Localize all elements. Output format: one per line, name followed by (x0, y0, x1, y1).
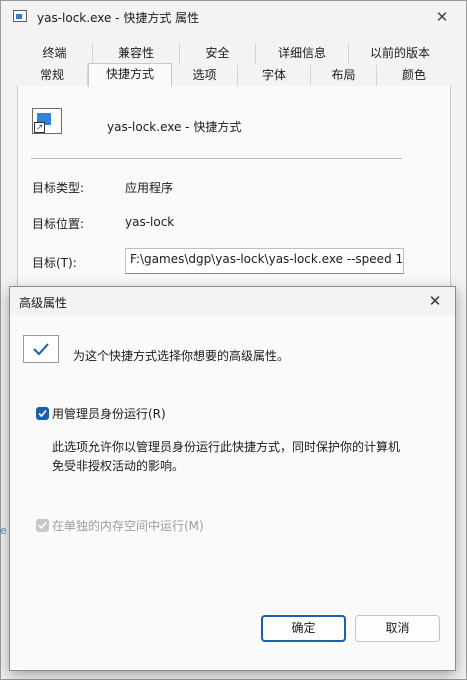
shortcut-file-icon: ↗ (32, 108, 62, 134)
cancel-button[interactable]: 取消 (355, 615, 440, 642)
run-as-admin-checkbox[interactable] (36, 407, 49, 420)
close-icon[interactable]: ✕ (423, 289, 447, 313)
shortcut-app-icon (13, 10, 27, 22)
admin-description-line1: 此选项允许你以管理员身份运行此快捷方式，同时保护你的计算机 (52, 440, 401, 454)
target-location-label: 目标位置: (32, 217, 85, 231)
tab-security[interactable]: 安全 (180, 43, 256, 64)
ok-button[interactable]: 确定 (261, 615, 346, 642)
tab-previous-versions[interactable]: 以前的版本 (349, 43, 451, 64)
run-as-admin-label[interactable]: 用管理员身份运行(R) (52, 405, 166, 422)
advanced-properties-dialog: 高级属性 ✕ 为这个快捷方式选择你想要的高级属性。 用管理员身份运行(R) 此选… (9, 286, 456, 671)
tab-layout[interactable]: 布局 (311, 65, 377, 86)
tab-terminal[interactable]: 终端 (17, 43, 93, 64)
target-type-label: 目标类型: (32, 181, 85, 195)
tab-font[interactable]: 字体 (238, 65, 311, 86)
tab-general[interactable]: 常规 (17, 65, 88, 86)
tab-details[interactable]: 详细信息 (256, 43, 349, 64)
window-title: yas-lock.exe - 快捷方式 属性 (37, 11, 200, 25)
background-edge-text: e (0, 524, 7, 537)
target-label: 目标(T): (32, 256, 77, 270)
target-type-value: 应用程序 (125, 181, 174, 195)
separate-memory-checkbox (36, 519, 49, 532)
dialog-body: 为这个快捷方式选择你想要的高级属性。 用管理员身份运行(R) 此选项允许你以管理… (10, 316, 455, 670)
dialog-title: 高级属性 (19, 296, 68, 310)
tab-colors[interactable]: 颜色 (377, 65, 451, 86)
shortcut-name: yas-lock.exe - 快捷方式 (107, 120, 242, 134)
divider (31, 158, 402, 159)
tab-options[interactable]: 选项 (172, 65, 238, 86)
separate-memory-label: 在单独的内存空间中运行(M) (52, 519, 204, 533)
target-location-value: yas-lock (125, 215, 175, 229)
dialog-intro: 为这个快捷方式选择你想要的高级属性。 (73, 349, 290, 363)
tab-shortcut[interactable]: 快捷方式 (88, 63, 172, 87)
target-field[interactable]: F:\games\dgp\yas-lock\yas-lock.exe --spe… (125, 248, 404, 274)
tab-compatibility[interactable]: 兼容性 (93, 43, 180, 64)
close-icon[interactable]: ✕ (430, 5, 454, 29)
title-bar: yas-lock.exe - 快捷方式 属性 ✕ (1, 1, 466, 33)
checkmark-icon (23, 335, 59, 363)
admin-description-line2: 免受非授权活动的影响。 (52, 459, 185, 473)
